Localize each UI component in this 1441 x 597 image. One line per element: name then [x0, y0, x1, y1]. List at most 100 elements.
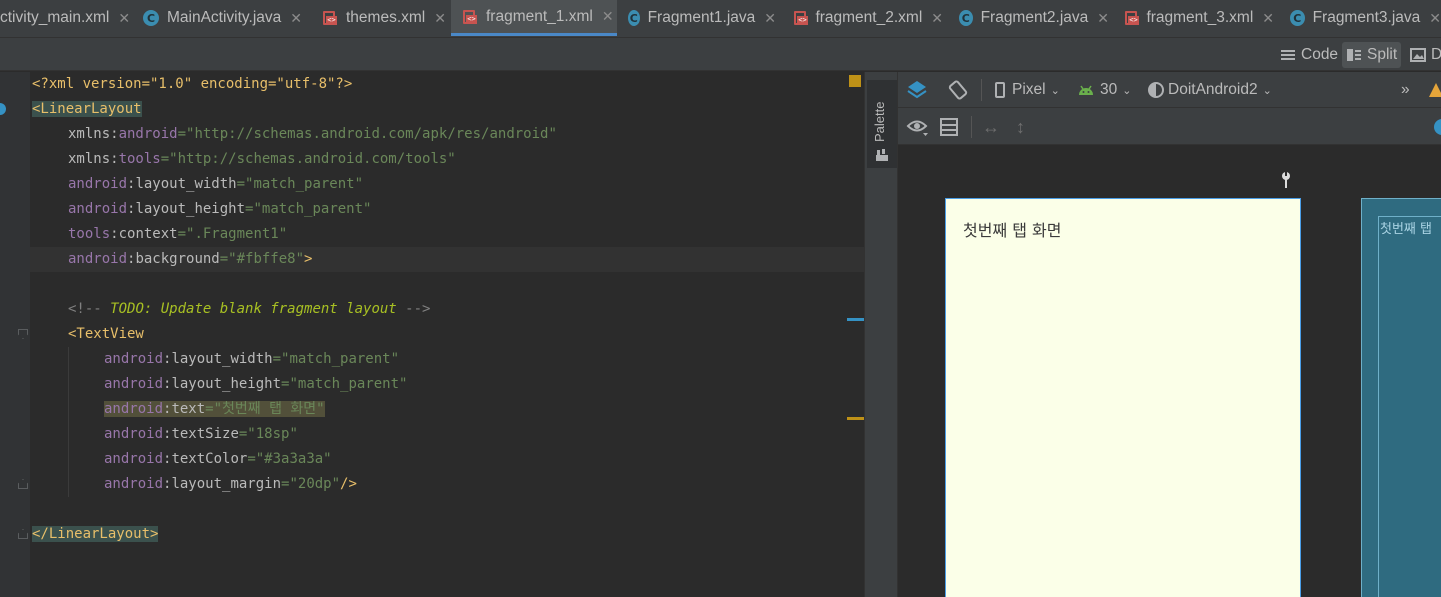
chevron-down-icon: ⌄	[1050, 84, 1060, 97]
code-line-13: android:layout_height="match_parent"	[104, 376, 408, 392]
tab-label: ctivity_main.xml	[0, 9, 110, 26]
close-icon[interactable]: ✕	[1262, 10, 1274, 27]
overflow-icon: »	[1401, 81, 1410, 98]
device-selector[interactable]: Pixel ⌄	[994, 78, 1060, 102]
java-class-icon: C	[1290, 10, 1305, 26]
close-icon[interactable]: ✕	[434, 10, 446, 27]
chevron-down-icon: ⌄	[1122, 84, 1132, 97]
layers-icon	[907, 81, 927, 99]
xml-file-icon: <>	[1124, 10, 1139, 26]
design-label: D	[1431, 46, 1441, 63]
tab-themes-xml[interactable]: <> themes.xml ✕	[322, 0, 447, 36]
code-line-5: android:layout_width="match_parent"	[68, 176, 364, 192]
editor-tab-bar: ctivity_main.xml ✕ C MainActivity.java ✕…	[0, 0, 1441, 38]
view-options-button[interactable]	[906, 115, 930, 139]
split-view-button[interactable]: Split	[1342, 42, 1402, 68]
help-button[interactable]	[1433, 115, 1441, 139]
tab-label: Fragment3.java	[1312, 9, 1421, 26]
java-class-icon: C	[959, 10, 973, 26]
design-toolbar: Pixel ⌄ 30 ⌄ DoitAndroid2 ⌄ »	[898, 72, 1441, 108]
java-class-icon: C	[628, 10, 640, 26]
warning-scrollbar-marker[interactable]	[847, 417, 864, 420]
code-line-8: android:background="#fbffe8">	[68, 251, 313, 267]
preview-textview[interactable]: 첫번째 탭 화면	[963, 217, 1062, 241]
code-line-11: <TextView	[68, 326, 144, 342]
xml-file-icon: <>	[793, 10, 808, 26]
code-line-19: </LinearLayout>	[32, 526, 159, 542]
rotate-icon	[948, 80, 968, 100]
api-label: 30	[1100, 81, 1118, 98]
api-level-selector[interactable]: 30 ⌄	[1077, 78, 1131, 102]
tab-label: fragment_1.xml	[486, 7, 593, 25]
xml-file-icon: <>	[322, 10, 338, 26]
tab-label: fragment_3.xml	[1146, 9, 1254, 26]
code-line-17: android:layout_margin="20dp"/>	[104, 476, 357, 492]
tab-fragment-3-xml[interactable]: <> fragment_3.xml ✕	[1124, 0, 1274, 36]
code-line-2: <LinearLayout	[32, 101, 142, 117]
tab-activity-main-xml[interactable]: ctivity_main.xml ✕	[0, 0, 136, 36]
code-view-button[interactable]: Code	[1276, 42, 1342, 68]
tab-mainactivity-java[interactable]: C MainActivity.java ✕	[143, 0, 311, 36]
expand-horizontal-icon[interactable]: ↔	[982, 115, 1000, 139]
device-preview[interactable]: 첫번째 탭 화면	[945, 198, 1301, 597]
palette-button[interactable]: Palette	[867, 80, 897, 168]
close-icon[interactable]: ✕	[1097, 10, 1109, 27]
close-icon[interactable]: ✕	[1429, 10, 1441, 27]
code-line-16: android:textColor="#3a3a3a"	[104, 451, 332, 467]
code-line-6: android:layout_height="match_parent"	[68, 201, 372, 217]
close-icon[interactable]: ✕	[931, 10, 943, 27]
tab-label: MainActivity.java	[167, 9, 282, 26]
close-icon[interactable]: ✕	[290, 10, 302, 27]
indent-guide	[68, 347, 69, 497]
warning-button[interactable]	[1428, 78, 1441, 102]
tab-label: themes.xml	[346, 9, 426, 26]
android-icon	[1079, 85, 1093, 95]
split-label: Split	[1367, 46, 1398, 63]
code-line-15: android:textSize="18sp"	[104, 426, 298, 442]
code-line-4: xmlns:tools="http://schemas.android.com/…	[68, 151, 456, 167]
xml-file-icon: <>	[462, 9, 478, 25]
tab-fragment3-java[interactable]: C Fragment3.java ✕	[1290, 0, 1441, 36]
wrench-icon[interactable]	[1279, 171, 1293, 189]
overflow-button[interactable]: »	[1401, 78, 1410, 102]
close-icon[interactable]: ✕	[118, 10, 130, 27]
tab-fragment-2-xml[interactable]: <> fragment_2.xml ✕	[793, 0, 943, 36]
scrollbar-marker[interactable]	[847, 318, 864, 321]
design-view-button[interactable]: D	[1406, 42, 1441, 68]
code-line-12: android:layout_width="match_parent"	[104, 351, 400, 367]
tab-label: Fragment1.java	[647, 9, 756, 26]
palette-icon	[876, 149, 888, 161]
expand-vertical-icon[interactable]: ↕	[1016, 115, 1025, 139]
tab-fragment2-java[interactable]: C Fragment2.java ✕	[959, 0, 1109, 36]
theme-icon	[1148, 82, 1164, 98]
theme-selector[interactable]: DoitAndroid2 ⌄	[1147, 78, 1272, 102]
close-icon[interactable]: ✕	[764, 10, 776, 27]
layers-button[interactable]	[906, 78, 930, 102]
blueprint-textview-bounds	[1378, 216, 1441, 597]
blueprint-toggle[interactable]	[939, 115, 959, 139]
code-line-3: xmlns:android="http://schemas.android.co…	[68, 126, 557, 142]
blueprint-textview: 첫번째 탭	[1380, 222, 1432, 237]
xml-code-editor[interactable]: <?xml version="1.0" encoding="utf-8"?> <…	[0, 72, 864, 597]
warning-icon	[1429, 83, 1441, 97]
tab-fragment-1-xml[interactable]: <> fragment_1.xml ✕	[451, 0, 617, 36]
tab-label: fragment_2.xml	[815, 9, 923, 26]
tab-fragment1-java[interactable]: C Fragment1.java ✕	[628, 0, 776, 36]
palette-label: Palette	[872, 101, 887, 142]
close-icon[interactable]: ✕	[602, 8, 614, 25]
eye-icon	[906, 120, 928, 136]
tab-label: Fragment2.java	[980, 9, 1089, 26]
device-label: Pixel	[1012, 81, 1046, 98]
warning-status-icon[interactable]	[849, 75, 861, 87]
chevron-down-icon: ⌄	[1262, 84, 1272, 97]
design-canvas[interactable]: 첫번째 탭 화면 첫번째 탭	[898, 145, 1441, 597]
code-line-7: tools:context=".Fragment1"	[68, 226, 288, 242]
code-label: Code	[1301, 46, 1339, 63]
phone-icon	[995, 82, 1005, 98]
code-view-icon	[1281, 50, 1295, 60]
orientation-button[interactable]	[947, 78, 969, 102]
code-line-10-comment: <!-- TODO: Update blank fragment layout …	[68, 301, 431, 317]
blueprint-preview[interactable]: 첫번째 탭	[1361, 198, 1441, 597]
code-line-14-warning: android:text="첫번째 탭 화면"	[104, 401, 325, 417]
image-icon	[1410, 48, 1426, 62]
